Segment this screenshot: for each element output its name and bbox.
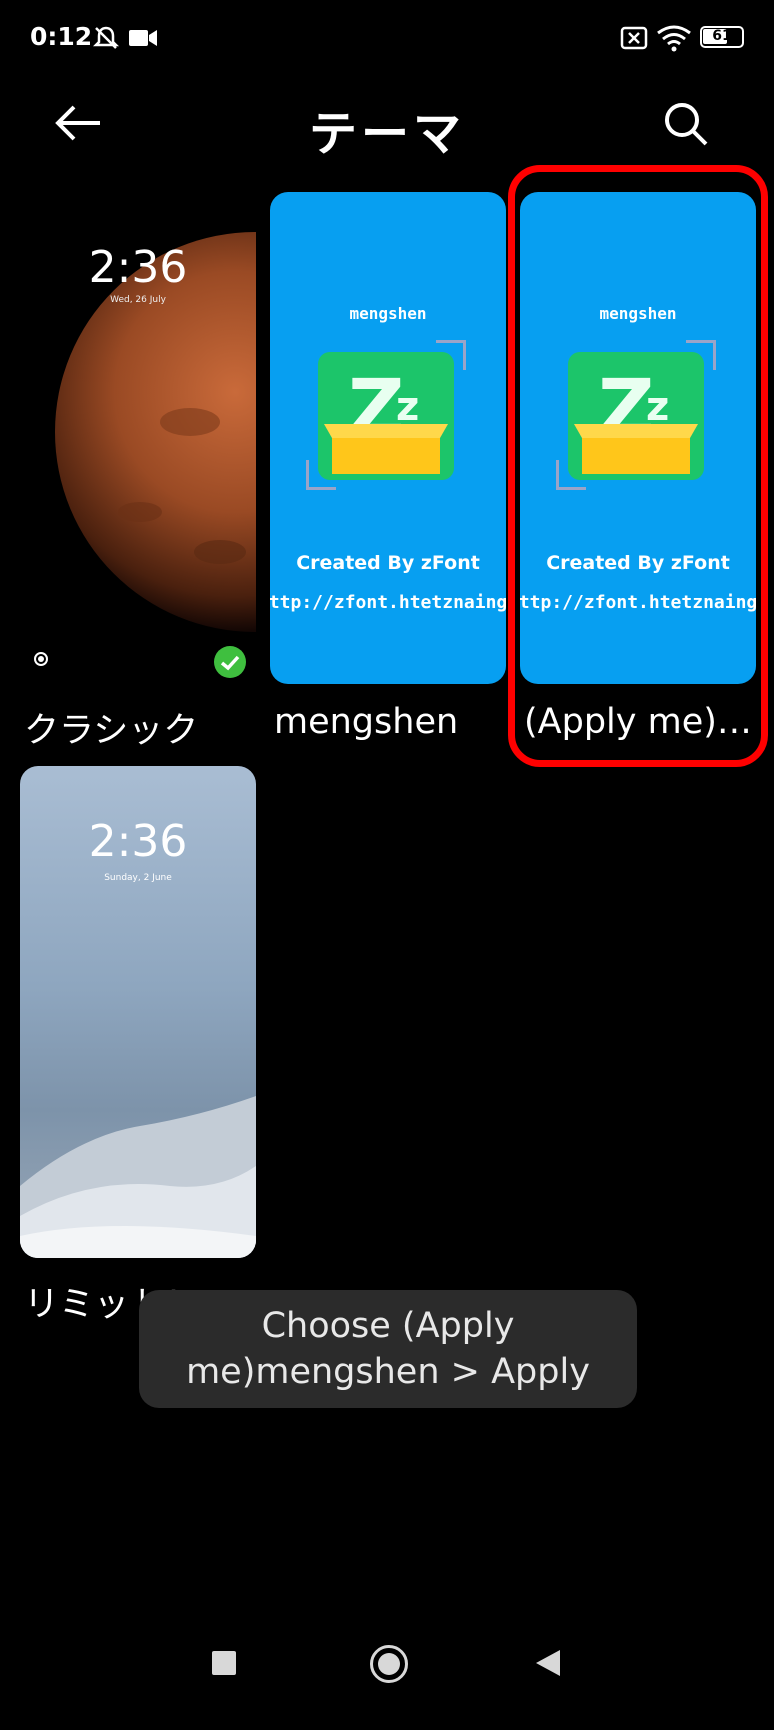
theme-name-mengshen: mengshen [274, 702, 459, 742]
battery-level: 61 [712, 28, 732, 44]
theme-card-classic[interactable]: 2:36 Wed, 26 July クラシック [20, 192, 256, 752]
instruction-toast: Choose (Apply me)mengshen > Apply [139, 1290, 637, 1408]
theme-card-limitless[interactable]: 2:36 Sunday, 2 June リミットレス [20, 766, 256, 1326]
theme-thumbnail-limitless: 2:36 Sunday, 2 June [20, 766, 256, 1258]
thumb-clock: 2:36 [88, 816, 188, 867]
applied-check-icon [214, 646, 246, 678]
thumb-created-text: Created By zFont [296, 552, 480, 574]
recents-button-icon[interactable] [212, 1651, 236, 1675]
search-icon[interactable] [660, 98, 712, 150]
theme-thumbnail-mengshen: mengshen Z z Created By zFont http://zfo… [270, 192, 506, 684]
home-button-icon[interactable] [370, 1645, 408, 1683]
thumb-top-text: mengshen [349, 304, 427, 323]
svg-text:z: z [396, 384, 419, 430]
thumb-date: Sunday, 2 June [104, 873, 172, 883]
thumb-date: Wed, 26 July [110, 295, 166, 305]
mute-notification-icon [92, 26, 120, 49]
page-title: テーマ [308, 106, 465, 162]
sim-off-icon [620, 26, 648, 50]
back-button-icon[interactable] [534, 1648, 562, 1678]
zfont-logo-icon: Z z [306, 340, 466, 490]
theme-name-classic: クラシック [24, 711, 199, 751]
status-time: 0:12 [30, 22, 93, 51]
thumb-url-text: http://zfont.htetznaing.com [270, 592, 506, 613]
thumb-clock: 2:36 [88, 242, 188, 293]
app-header: テーマ [0, 80, 774, 170]
theme-thumbnail-classic: 2:36 Wed, 26 July [20, 192, 256, 684]
status-bar: 0:12 61 [0, 0, 774, 80]
theme-card-mengshen[interactable]: mengshen Z z Created By zFont http://zfo… [270, 192, 506, 752]
wifi-icon [657, 25, 691, 52]
selection-highlight [508, 165, 768, 767]
battery-icon: 61 [700, 26, 744, 48]
radio-indicator-icon [34, 652, 48, 666]
video-camera-icon [129, 30, 157, 46]
toast-text: Choose (Apply me)mengshen > Apply [186, 1306, 590, 1392]
navigation-bar [0, 1610, 774, 1730]
